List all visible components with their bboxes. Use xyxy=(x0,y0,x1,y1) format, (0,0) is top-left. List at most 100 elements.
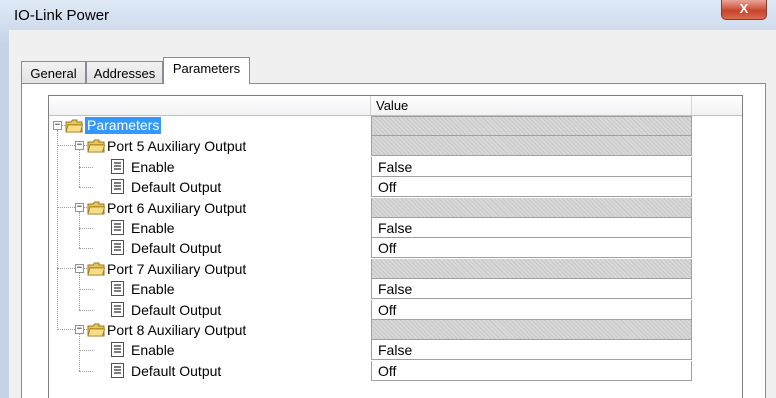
tab-general[interactable]: General xyxy=(21,61,86,83)
parameter-label[interactable]: Default Output xyxy=(131,302,221,318)
name-cell[interactable]: Enable xyxy=(49,218,371,238)
value-cell[interactable]: False xyxy=(371,156,692,177)
value-cell-readonly xyxy=(371,116,692,136)
tree-item-label[interactable]: Parameters xyxy=(85,117,162,134)
tree-item-label[interactable]: Port 8 Auxiliary Output xyxy=(107,322,246,338)
parameter-grid: Value − Parameters − Port 5 Auxiliary Outpu… xyxy=(48,95,743,398)
parameter-icon xyxy=(111,240,124,256)
name-cell[interactable]: Enable xyxy=(49,340,371,360)
grid-header: Value xyxy=(49,96,742,116)
tree-connector xyxy=(79,370,93,372)
folder-icon xyxy=(87,323,106,337)
parameters-tab-panel: Value − Parameters − Port 5 Auxiliary Outpu… xyxy=(21,83,766,398)
tree-row-parameter[interactable]: Default Output Off xyxy=(49,238,742,259)
parameter-icon xyxy=(111,342,124,358)
window-title: IO-Link Power xyxy=(14,7,110,24)
tab-label: Addresses xyxy=(93,66,156,81)
value-cell[interactable]: False xyxy=(371,218,692,238)
folder-icon xyxy=(87,201,106,215)
tree-connector xyxy=(79,166,93,168)
tree-connector xyxy=(79,289,93,291)
collapse-icon[interactable]: − xyxy=(75,141,84,151)
parameter-label[interactable]: Enable xyxy=(131,220,175,236)
value-cell-readonly xyxy=(371,197,692,218)
parameter-label[interactable]: Enable xyxy=(131,281,175,297)
folder-icon xyxy=(87,139,106,153)
collapse-icon[interactable]: − xyxy=(53,121,62,130)
parameter-icon xyxy=(111,158,124,174)
collapse-icon[interactable]: − xyxy=(75,263,84,273)
value-cell-readonly xyxy=(371,320,692,340)
value-cell-readonly xyxy=(371,258,692,279)
tree-connector xyxy=(79,187,93,189)
tree-connector xyxy=(57,267,75,269)
tab-label: Parameters xyxy=(172,61,241,76)
parameter-label[interactable]: Default Output xyxy=(131,179,221,195)
value-cell[interactable]: Off xyxy=(371,177,692,198)
tree-row-parameter[interactable]: Default Output Off xyxy=(49,299,742,320)
tree-connector xyxy=(79,228,93,229)
name-cell[interactable]: − Port 6 Auxiliary Output xyxy=(49,198,371,218)
tree-connector xyxy=(57,130,58,330)
parameter-icon xyxy=(111,179,124,195)
tree-row-parameter[interactable]: Enable False xyxy=(49,218,742,238)
tree-row-group[interactable]: − Port 7 Auxiliary Output xyxy=(49,258,742,279)
value-cell[interactable]: False xyxy=(371,279,692,300)
tab-addresses[interactable]: Addresses xyxy=(86,61,163,83)
name-cell[interactable]: Default Output xyxy=(49,238,371,258)
tree-row-parameter[interactable]: Enable False xyxy=(49,279,742,300)
column-header-name[interactable] xyxy=(49,96,371,115)
value-cell[interactable]: False xyxy=(371,340,692,361)
tree-row-group[interactable]: − Port 8 Auxiliary Output xyxy=(49,320,742,340)
tree-connector xyxy=(79,272,80,310)
tree-connector xyxy=(57,145,75,147)
name-cell[interactable]: Enable xyxy=(49,279,371,299)
value-cell[interactable]: Off xyxy=(371,299,692,320)
name-cell[interactable]: − Port 5 Auxiliary Output xyxy=(49,136,371,156)
parameter-icon xyxy=(111,301,124,317)
tree-row-parameter[interactable]: Default Output Off xyxy=(49,360,742,381)
name-cell[interactable]: Enable xyxy=(49,157,371,177)
tree-row-parameter[interactable]: Enable False xyxy=(49,156,742,177)
tree-item-label[interactable]: Port 6 Auxiliary Output xyxy=(107,200,246,216)
tree-row-group[interactable]: − Port 6 Auxiliary Output xyxy=(49,197,742,218)
parameter-label[interactable]: Default Output xyxy=(131,363,221,379)
name-cell[interactable]: − Parameters xyxy=(49,116,371,136)
parameter-label[interactable]: Enable xyxy=(131,159,175,175)
tree-connector xyxy=(79,309,93,311)
parameter-label[interactable]: Default Output xyxy=(131,240,221,256)
name-cell[interactable]: − Port 8 Auxiliary Output xyxy=(49,320,371,340)
parameter-icon xyxy=(111,281,124,297)
folder-icon xyxy=(65,119,84,133)
tree-item-label[interactable]: Port 5 Auxiliary Output xyxy=(107,138,246,154)
name-cell[interactable]: − Port 7 Auxiliary Output xyxy=(49,259,371,279)
collapse-icon[interactable]: − xyxy=(75,202,84,212)
tree-connector xyxy=(79,334,80,371)
tree-item-label[interactable]: Port 7 Auxiliary Output xyxy=(107,261,246,277)
tree-connector xyxy=(79,248,93,250)
name-cell[interactable]: Default Output xyxy=(49,361,371,381)
tab-parameters[interactable]: Parameters xyxy=(163,57,250,84)
name-cell[interactable]: Default Output xyxy=(49,177,371,197)
parameter-label[interactable]: Enable xyxy=(131,342,175,358)
tab-label: General xyxy=(30,66,77,81)
collapse-icon[interactable]: − xyxy=(75,325,84,334)
name-cell[interactable]: Default Output xyxy=(49,300,371,320)
tree-connector xyxy=(57,329,75,330)
tree-connector xyxy=(79,211,80,249)
value-cell[interactable]: Off xyxy=(371,238,692,259)
column-header-filler xyxy=(692,96,742,115)
value-cell[interactable]: Off xyxy=(371,360,692,381)
close-button[interactable]: X xyxy=(721,0,767,20)
tree-row-group[interactable]: − Port 5 Auxiliary Output xyxy=(49,136,742,157)
tree-row-parameter[interactable]: Enable False xyxy=(49,340,742,361)
tree-connector xyxy=(79,350,93,352)
tree-connector xyxy=(57,206,75,208)
folder-icon xyxy=(87,262,106,276)
close-icon: X xyxy=(739,1,749,16)
tree-row-group[interactable]: − Parameters xyxy=(49,116,742,136)
column-header-value[interactable]: Value xyxy=(371,96,692,115)
parameter-icon xyxy=(111,220,124,235)
tree-connector xyxy=(79,150,80,188)
tree-row-parameter[interactable]: Default Output Off xyxy=(49,177,742,198)
